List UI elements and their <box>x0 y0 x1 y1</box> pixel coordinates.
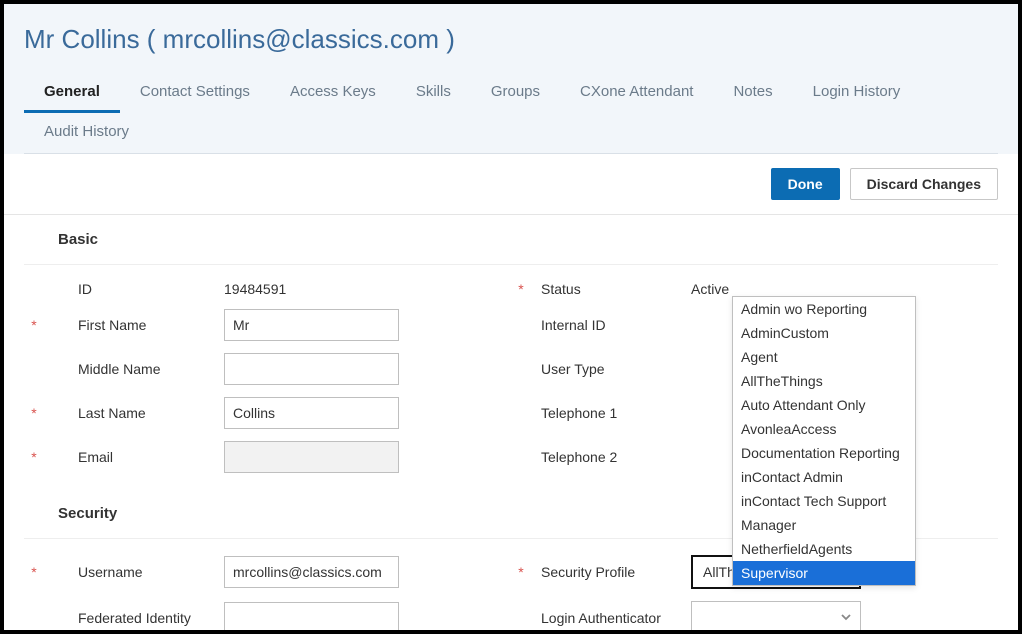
telephone1-label: Telephone 1 <box>531 405 691 421</box>
dropdown-option[interactable]: Agent <box>733 345 915 369</box>
id-label: ID <box>44 281 224 297</box>
toolbar: Done Discard Changes <box>4 154 1018 215</box>
security-profile-label: Security Profile <box>531 564 691 580</box>
required-mark: * <box>24 317 44 333</box>
form-row: Federated Identity Login Authenticator <box>24 595 998 630</box>
email-label: Email <box>44 449 224 465</box>
login-authenticator-label: Login Authenticator <box>531 610 691 626</box>
middle-name-label: Middle Name <box>44 361 224 377</box>
internal-id-label: Internal ID <box>531 317 691 333</box>
header-area: Mr Collins ( mrcollins@classics.com ) Ge… <box>4 4 1018 154</box>
required-mark: * <box>24 449 44 465</box>
telephone2-label: Telephone 2 <box>531 449 691 465</box>
required-mark: * <box>24 405 44 421</box>
tab-audit-history[interactable]: Audit History <box>24 113 164 153</box>
dropdown-option[interactable]: Documentation Reporting <box>733 441 915 465</box>
first-name-input[interactable] <box>224 309 399 341</box>
dropdown-option[interactable]: AvonleaAccess <box>733 417 915 441</box>
username-label: Username <box>44 564 224 580</box>
dropdown-option[interactable]: Supervisor <box>733 561 915 585</box>
required-mark: * <box>511 281 531 297</box>
tab-notes[interactable]: Notes <box>713 73 792 113</box>
tab-cxone-attendant[interactable]: CXone Attendant <box>560 73 713 113</box>
discard-changes-button[interactable]: Discard Changes <box>850 168 998 200</box>
dropdown-option[interactable]: inContact Admin <box>733 465 915 489</box>
status-value: Active <box>691 281 729 297</box>
tab-contact-settings[interactable]: Contact Settings <box>120 73 270 113</box>
tab-login-history[interactable]: Login History <box>793 73 921 113</box>
page-title: Mr Collins ( mrcollins@classics.com ) <box>24 24 998 55</box>
section-basic-header: Basic <box>24 215 998 265</box>
federated-identity-input[interactable] <box>224 602 399 630</box>
username-input[interactable] <box>224 556 399 588</box>
chevron-down-icon <box>840 610 852 626</box>
tab-groups[interactable]: Groups <box>471 73 560 113</box>
id-value: 19484591 <box>224 281 286 297</box>
middle-name-input[interactable] <box>224 353 399 385</box>
email-input[interactable] <box>224 441 399 473</box>
last-name-input[interactable] <box>224 397 399 429</box>
tab-access-keys[interactable]: Access Keys <box>270 73 396 113</box>
login-authenticator-select[interactable] <box>691 601 861 630</box>
security-profile-dropdown[interactable]: Admin wo ReportingAdminCustomAgentAllThe… <box>732 296 916 586</box>
user-type-label: User Type <box>531 361 691 377</box>
user-edit-window: Mr Collins ( mrcollins@classics.com ) Ge… <box>4 4 1018 630</box>
dropdown-option[interactable]: Auto Attendant Only <box>733 393 915 417</box>
dropdown-option[interactable]: AdminCustom <box>733 321 915 345</box>
done-button[interactable]: Done <box>771 168 840 200</box>
required-mark: * <box>511 564 531 580</box>
first-name-label: First Name <box>44 317 224 333</box>
tabs-bar: General Contact Settings Access Keys Ski… <box>24 73 998 154</box>
dropdown-option[interactable]: Admin wo Reporting <box>733 297 915 321</box>
dropdown-option[interactable]: inContact Tech Support <box>733 489 915 513</box>
last-name-label: Last Name <box>44 405 224 421</box>
status-label: Status <box>531 281 691 297</box>
dropdown-option[interactable]: AllTheThings <box>733 369 915 393</box>
tab-skills[interactable]: Skills <box>396 73 471 113</box>
federated-identity-label: Federated Identity <box>44 610 224 626</box>
dropdown-option[interactable]: NetherfieldAgents <box>733 537 915 561</box>
tab-general[interactable]: General <box>24 73 120 113</box>
dropdown-option[interactable]: Manager <box>733 513 915 537</box>
required-mark: * <box>24 564 44 580</box>
